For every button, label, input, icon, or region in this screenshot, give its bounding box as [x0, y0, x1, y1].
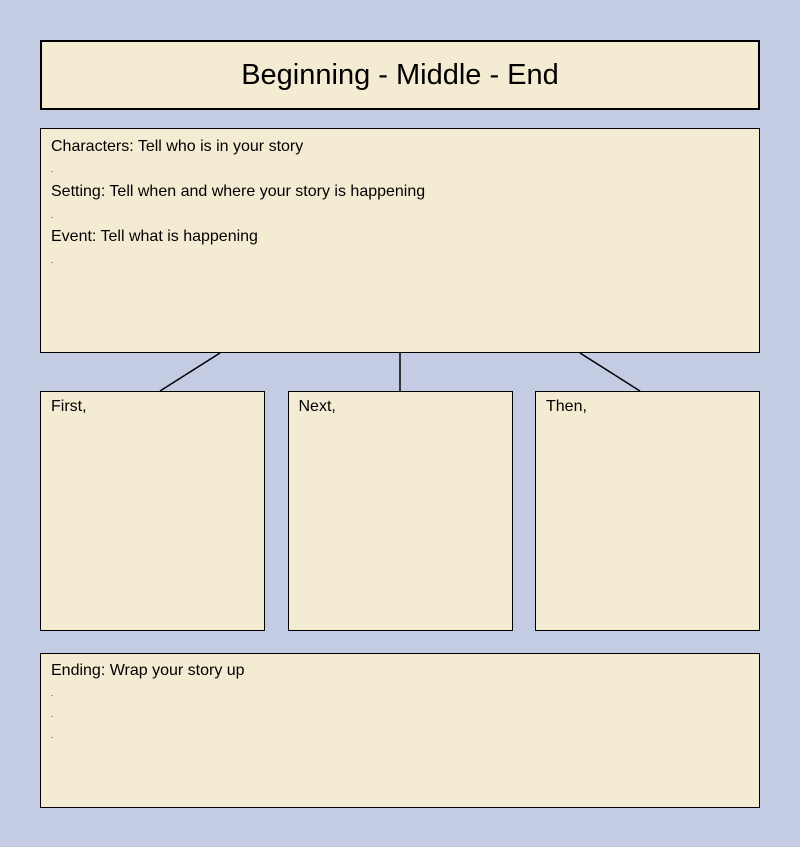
- then-label: Then,: [546, 398, 587, 415]
- first-label: First,: [51, 398, 87, 415]
- next-label: Next,: [299, 398, 336, 415]
- setting-prompt: Setting: Tell when and where your story …: [51, 181, 749, 203]
- dot-line: .: [51, 206, 749, 227]
- connector-lines: [40, 353, 760, 391]
- ending-label: Ending: Wrap your story up: [51, 660, 749, 682]
- connector-svg: [40, 353, 760, 391]
- dot-line: .: [51, 726, 749, 747]
- title-box: Beginning - Middle - End: [40, 40, 760, 110]
- middle-row: First, Next, Then,: [40, 391, 760, 631]
- dot-line: .: [51, 251, 749, 272]
- intro-box: Characters: Tell who is in your story . …: [40, 128, 760, 353]
- dot-line: .: [51, 160, 749, 181]
- dot-line: .: [51, 684, 749, 705]
- ending-box: Ending: Wrap your story up . . .: [40, 653, 760, 808]
- page-title: Beginning - Middle - End: [241, 59, 559, 92]
- next-box: Next,: [288, 391, 513, 631]
- then-box: Then,: [535, 391, 760, 631]
- characters-prompt: Characters: Tell who is in your story: [51, 136, 749, 158]
- event-prompt: Event: Tell what is happening: [51, 226, 749, 248]
- first-box: First,: [40, 391, 265, 631]
- dot-line: .: [51, 705, 749, 726]
